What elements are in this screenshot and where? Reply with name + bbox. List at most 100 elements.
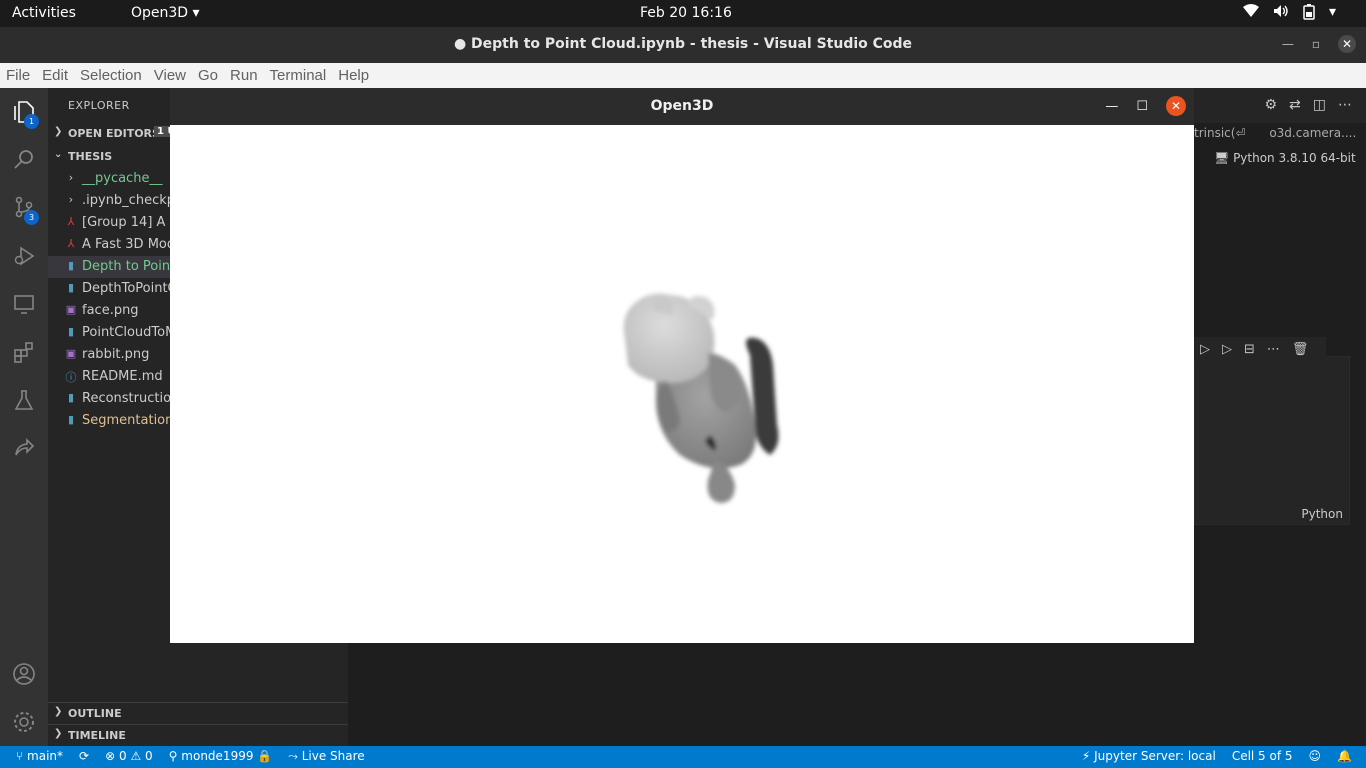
- open-editors-label: OPEN EDITORS: [68, 127, 160, 140]
- problems-count: 0: [118, 749, 127, 763]
- menu-view[interactable]: View: [150, 63, 190, 88]
- menu-help[interactable]: Help: [334, 63, 373, 88]
- activities-button[interactable]: Activities: [12, 5, 76, 21]
- kernel-picker[interactable]: 🖥 Python 3.8.10 64-bit: [1214, 151, 1356, 165]
- open3d-titlebar[interactable]: Open3D — ☐ ✕: [170, 88, 1194, 125]
- account-indicator[interactable]: ⚲ monde1999 🔒: [169, 749, 273, 764]
- warnings-count: 0: [145, 749, 153, 763]
- gear-icon[interactable]: ⚙: [1264, 97, 1277, 113]
- more-actions-icon[interactable]: ⋯: [1338, 97, 1352, 113]
- cell-indicator[interactable]: Cell 5 of 5: [1232, 749, 1293, 763]
- live-share-label: Live Share: [301, 749, 365, 763]
- execute-above-icon[interactable]: ▷: [1200, 342, 1210, 357]
- code-cell[interactable]: Python: [1194, 356, 1350, 525]
- menu-terminal[interactable]: Terminal: [266, 63, 331, 88]
- extensions-icon[interactable]: [12, 341, 36, 365]
- clock[interactable]: Feb 20 16:16: [640, 5, 732, 21]
- explorer-badge: 1: [24, 114, 39, 129]
- cell-toolbar: ▷ ▷ ⊟ ⋯ 🗑: [1194, 337, 1326, 361]
- split-editor-icon[interactable]: ◫: [1313, 97, 1326, 113]
- problems-indicator[interactable]: ⊗ 0 ⚠ 0: [105, 749, 153, 764]
- chevron-right-icon: ❯: [54, 706, 63, 717]
- outline-section[interactable]: ❯ OUTLINE: [48, 702, 348, 724]
- notebook-icon: ▮: [67, 281, 75, 294]
- outline-label: OUTLINE: [68, 707, 122, 720]
- menu-selection[interactable]: Selection: [76, 63, 146, 88]
- jupyter-server-indicator[interactable]: ⚡ Jupyter Server: local: [1082, 749, 1216, 763]
- workspace-label: THESIS: [68, 150, 113, 163]
- branch-label: main*: [27, 749, 64, 763]
- remote-explorer-icon[interactable]: [12, 293, 36, 317]
- search-icon[interactable]: [12, 148, 36, 172]
- open3d-window: Open3D — ☐ ✕: [170, 88, 1194, 643]
- menu-go[interactable]: Go: [194, 63, 222, 88]
- tree-item-label: __pycache__: [82, 171, 163, 186]
- battery-icon: [1303, 4, 1315, 24]
- maximize-icon[interactable]: ▫: [1312, 37, 1320, 51]
- rabbit-point-cloud-render: [623, 293, 779, 503]
- git-branch-icon: ⑂: [16, 749, 24, 763]
- chevron-right-icon: ›: [68, 193, 74, 206]
- delete-cell-icon[interactable]: 🗑: [1292, 342, 1309, 357]
- tree-item-label: face.png: [82, 303, 139, 318]
- system-tray[interactable]: ▾: [1242, 4, 1336, 24]
- status-bar: ⑂ main* ⟳ ⊗ 0 ⚠ 0 ⚲ monde1999 🔒 ⤳ Live S…: [0, 746, 1366, 768]
- close-icon[interactable]: ✕: [1338, 35, 1356, 53]
- maximize-icon[interactable]: ☐: [1136, 99, 1148, 114]
- notifications-bell-icon[interactable]: 🔔: [1337, 749, 1352, 763]
- pdf-icon: ⅄: [67, 237, 75, 250]
- feedback-icon[interactable]: ☺: [1309, 749, 1322, 763]
- window-title: ● Depth to Point Cloud.ipynb - thesis - …: [453, 36, 913, 52]
- menu-bar: File Edit Selection View Go Run Terminal…: [0, 63, 1366, 88]
- system-top-bar: Activities Open3D ▾ Feb 20 16:16 ▾: [0, 0, 1366, 27]
- editor-tab-strip: ⚙ ⇄ ◫ ⋯: [1194, 88, 1366, 123]
- code-fragment: trinsic(⏎: [1194, 126, 1246, 140]
- menu-file[interactable]: File: [2, 63, 34, 88]
- scm-badge: 3: [24, 210, 39, 225]
- split-cell-icon[interactable]: ⊟: [1244, 342, 1255, 357]
- live-share-icon[interactable]: [12, 437, 36, 461]
- open3d-title: Open3D: [650, 98, 714, 114]
- live-share-button[interactable]: ⤳ Live Share: [288, 749, 364, 764]
- error-icon: ⊗: [105, 749, 116, 763]
- run-debug-icon[interactable]: [12, 245, 36, 269]
- more-actions-icon[interactable]: ⋯: [1267, 342, 1280, 357]
- menu-run[interactable]: Run: [226, 63, 262, 88]
- lock-icon: 🔒: [257, 749, 273, 763]
- explorer-header: EXPLORER: [68, 99, 130, 112]
- tree-item-label: README.md: [82, 369, 163, 384]
- chevron-right-icon: ❯: [54, 728, 63, 739]
- image-icon: ▣: [65, 303, 77, 316]
- close-icon[interactable]: ✕: [1166, 96, 1186, 116]
- notebook-icon: ▮: [67, 391, 75, 404]
- menu-edit[interactable]: Edit: [38, 63, 72, 88]
- plug-icon: ⚡: [1081, 749, 1091, 763]
- chevron-down-icon: ▾: [1328, 4, 1336, 20]
- chevron-right-icon: ›: [68, 171, 74, 184]
- share-arrow-icon: ⤳: [288, 749, 298, 763]
- volume-icon: [1273, 4, 1289, 24]
- kernel-icon: 🖥: [1214, 151, 1230, 165]
- activity-bar: 1 3: [0, 88, 48, 746]
- compare-changes-icon[interactable]: ⇄: [1289, 97, 1301, 113]
- warning-icon: ⚠: [130, 749, 142, 763]
- settings-gear-icon[interactable]: [12, 710, 36, 734]
- code-fragment: o3d.camera....: [1269, 126, 1357, 140]
- minimize-icon[interactable]: —: [1282, 37, 1294, 51]
- minimize-icon[interactable]: —: [1105, 99, 1118, 114]
- notebook-icon: ▮: [67, 259, 75, 272]
- branch-indicator[interactable]: ⑂ main*: [16, 749, 63, 764]
- timeline-section[interactable]: ❯ TIMELINE: [48, 724, 348, 746]
- point-cloud-viewport[interactable]: [170, 125, 1194, 643]
- person-icon: ⚲: [168, 749, 178, 763]
- app-menu[interactable]: Open3D ▾: [131, 5, 200, 21]
- testing-icon[interactable]: [12, 389, 36, 413]
- notebook-icon: ▮: [67, 325, 75, 338]
- sync-icon[interactable]: ⟳: [79, 749, 89, 764]
- execute-below-icon[interactable]: ▷: [1222, 342, 1232, 357]
- jupyter-server-label: Jupyter Server: local: [1094, 749, 1216, 763]
- cell-language-label[interactable]: Python: [1301, 507, 1343, 521]
- accounts-icon[interactable]: [12, 662, 36, 686]
- open3d-window-controls: — ☐ ✕: [1105, 96, 1186, 116]
- caret-down-icon: ▾: [192, 5, 200, 21]
